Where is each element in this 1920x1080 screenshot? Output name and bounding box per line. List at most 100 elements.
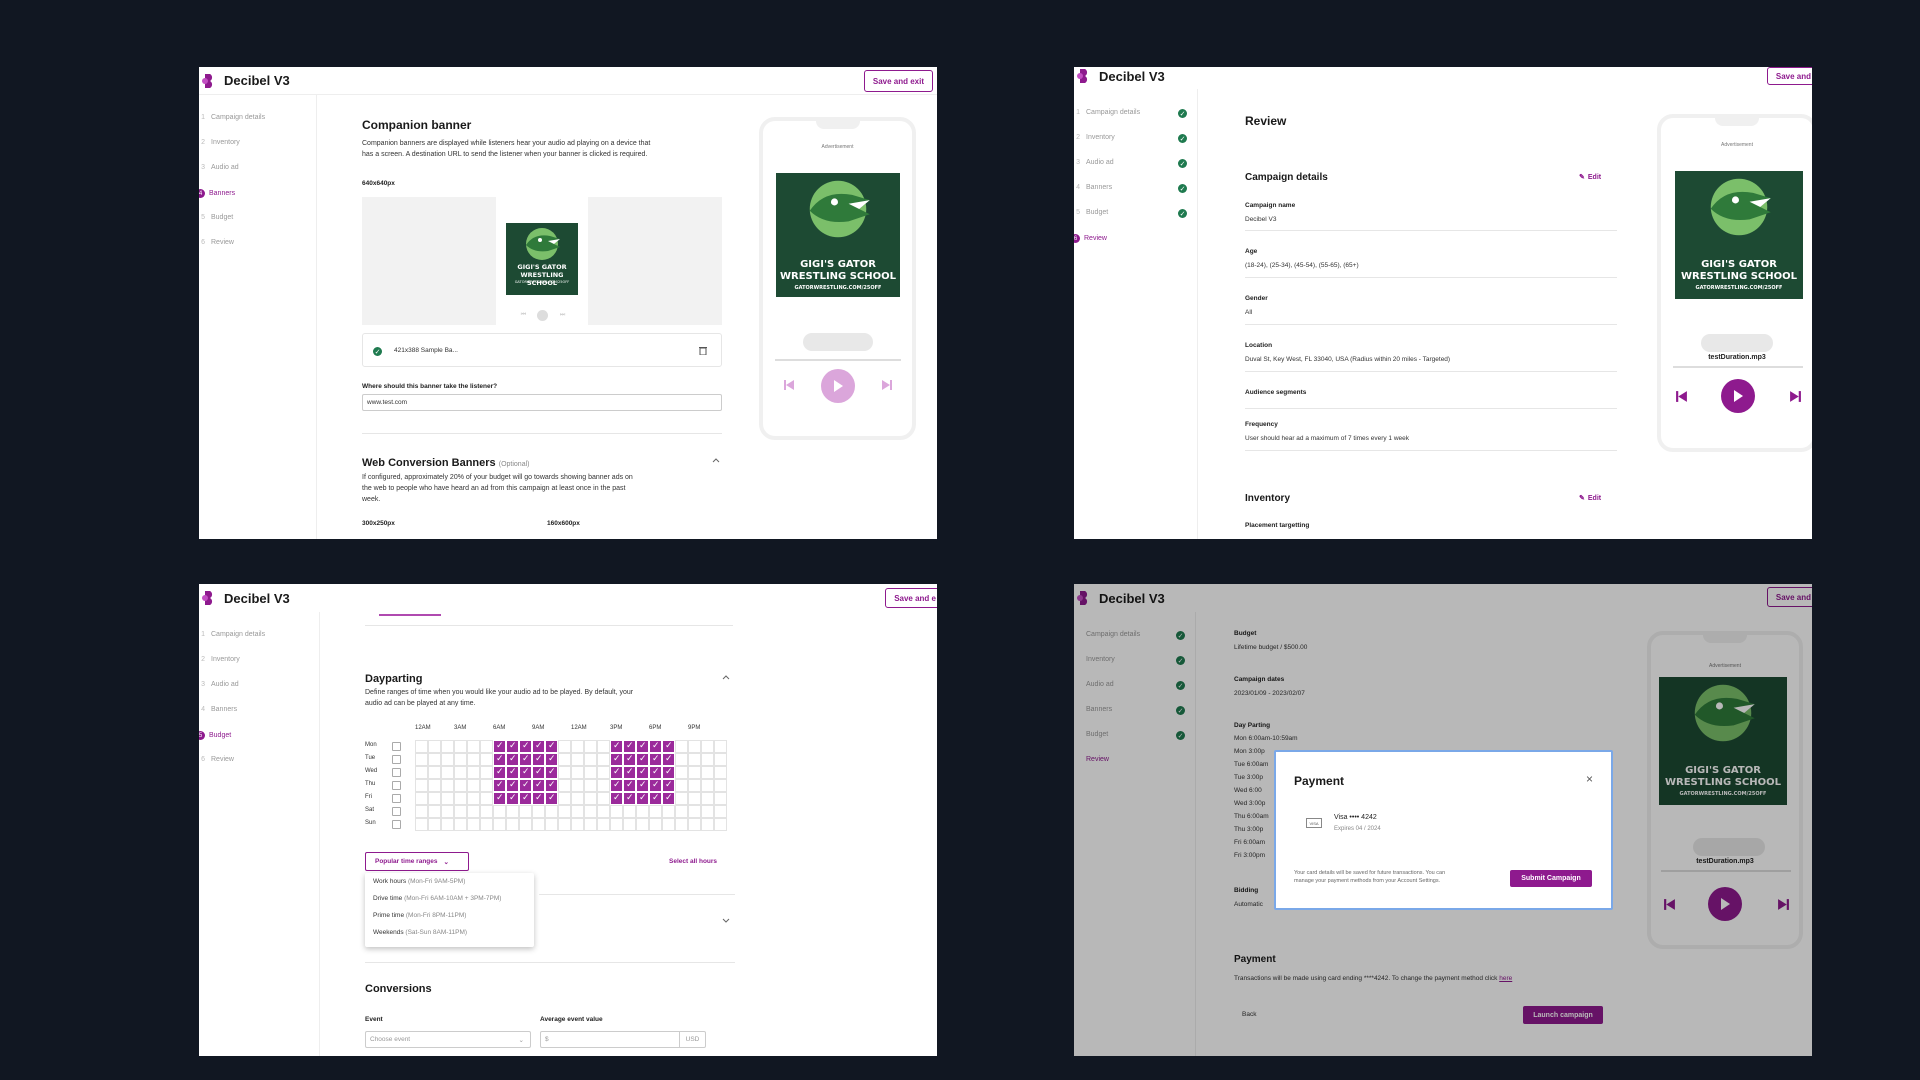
hour-cell[interactable]	[675, 753, 688, 766]
day-checkbox[interactable]	[392, 742, 401, 751]
destination-url-input[interactable]: www.test.com	[362, 394, 722, 411]
hour-cell[interactable]	[675, 779, 688, 792]
hour-cell[interactable]	[441, 805, 454, 818]
hour-cell[interactable]	[649, 779, 662, 792]
hour-cell[interactable]	[623, 740, 636, 753]
hour-cell[interactable]	[571, 792, 584, 805]
hour-cell[interactable]	[610, 805, 623, 818]
hour-cell[interactable]	[610, 740, 623, 753]
hour-cell[interactable]	[571, 753, 584, 766]
day-checkbox[interactable]	[392, 768, 401, 777]
hour-cell[interactable]	[688, 818, 701, 831]
sidebar-item-campaign-details[interactable]: 1 Campaign details	[199, 114, 316, 121]
hour-cell[interactable]	[454, 792, 467, 805]
hour-cell[interactable]	[610, 792, 623, 805]
hour-cell[interactable]	[506, 792, 519, 805]
hour-cell[interactable]	[493, 766, 506, 779]
hour-cell[interactable]	[415, 753, 428, 766]
hour-cell[interactable]	[545, 792, 558, 805]
hour-cell[interactable]	[506, 753, 519, 766]
day-checkbox[interactable]	[392, 820, 401, 829]
hour-cell[interactable]	[649, 766, 662, 779]
hour-cell[interactable]	[545, 818, 558, 831]
sidebar-item-banners[interactable]: 4 Banners	[199, 189, 316, 198]
hour-cell[interactable]	[480, 818, 493, 831]
hour-cell[interactable]	[649, 792, 662, 805]
hour-cell[interactable]	[480, 740, 493, 753]
hour-cell[interactable]	[545, 779, 558, 792]
day-checkbox[interactable]	[392, 755, 401, 764]
hour-cell[interactable]	[662, 779, 675, 792]
average-value-input[interactable]: $ USD	[540, 1031, 706, 1048]
hour-cell[interactable]	[597, 753, 610, 766]
popular-time-ranges-button[interactable]: Popular time ranges ⌄	[365, 852, 469, 871]
hour-cell[interactable]	[493, 779, 506, 792]
option-drive-time[interactable]: Drive time (Mon-Fri 6AM-10AM + 3PM-7PM)	[365, 890, 534, 907]
hour-cell[interactable]	[428, 805, 441, 818]
hour-cell[interactable]	[454, 766, 467, 779]
hour-cell[interactable]	[467, 740, 480, 753]
hour-cell[interactable]	[415, 766, 428, 779]
hour-cell[interactable]	[571, 779, 584, 792]
hour-cell[interactable]	[519, 779, 532, 792]
hour-cell[interactable]	[662, 818, 675, 831]
hour-cell[interactable]	[623, 779, 636, 792]
hour-cell[interactable]	[454, 753, 467, 766]
sidebar-item-review[interactable]: 6 Review	[199, 239, 316, 246]
hour-cell[interactable]	[467, 818, 480, 831]
hour-cell[interactable]	[610, 779, 623, 792]
sidebar-item-audio-ad[interactable]: 3 Audio ad	[199, 681, 319, 688]
hour-cell[interactable]	[545, 766, 558, 779]
hour-cell[interactable]	[493, 792, 506, 805]
hour-cell[interactable]	[441, 792, 454, 805]
hour-cell[interactable]	[649, 805, 662, 818]
hour-cell[interactable]	[597, 779, 610, 792]
trash-icon[interactable]	[699, 346, 707, 355]
hour-cell[interactable]	[714, 766, 727, 779]
hour-cell[interactable]	[597, 792, 610, 805]
hour-cell[interactable]	[558, 740, 571, 753]
save-exit-button[interactable]: Save and	[1766, 67, 1812, 85]
day-checkbox[interactable]	[392, 807, 401, 816]
hour-cell[interactable]	[597, 740, 610, 753]
hour-cell[interactable]	[610, 753, 623, 766]
sidebar-item-banners[interactable]: 4 Banners ✓	[1074, 184, 1197, 193]
hour-cell[interactable]	[532, 792, 545, 805]
hour-cell[interactable]	[623, 792, 636, 805]
hour-cell[interactable]	[454, 818, 467, 831]
hour-cell[interactable]	[571, 740, 584, 753]
hour-cell[interactable]	[467, 792, 480, 805]
next-icon[interactable]	[881, 379, 893, 391]
hour-cell[interactable]	[584, 792, 597, 805]
hour-cell[interactable]	[480, 753, 493, 766]
hour-cell[interactable]	[415, 779, 428, 792]
hour-cell[interactable]	[493, 805, 506, 818]
hour-cell[interactable]	[506, 818, 519, 831]
hour-cell[interactable]	[532, 805, 545, 818]
hour-cell[interactable]	[441, 818, 454, 831]
hour-cell[interactable]	[636, 740, 649, 753]
sidebar-item-inventory[interactable]: 2 Inventory	[199, 656, 319, 663]
hour-cell[interactable]	[428, 818, 441, 831]
previous-icon[interactable]	[1675, 390, 1688, 403]
hour-cell[interactable]	[688, 779, 701, 792]
hour-cell[interactable]	[688, 792, 701, 805]
hour-cell[interactable]	[519, 753, 532, 766]
hour-cell[interactable]	[597, 766, 610, 779]
option-work-hours[interactable]: Work hours (Mon-Fri 9AM-5PM)	[365, 873, 534, 890]
hour-cell[interactable]	[519, 818, 532, 831]
hour-cell[interactable]	[454, 779, 467, 792]
hour-cell[interactable]	[428, 740, 441, 753]
hour-cell[interactable]	[701, 766, 714, 779]
hour-cell[interactable]	[584, 805, 597, 818]
hour-cell[interactable]	[454, 740, 467, 753]
hour-cell[interactable]	[714, 805, 727, 818]
hour-cell[interactable]	[441, 766, 454, 779]
sidebar-item-review[interactable]: 6 Review	[1074, 234, 1197, 243]
hour-cell[interactable]	[558, 753, 571, 766]
hour-cell[interactable]	[584, 779, 597, 792]
hour-cell[interactable]	[545, 805, 558, 818]
previous-icon[interactable]	[783, 379, 795, 391]
hour-cell[interactable]	[415, 740, 428, 753]
hour-cell[interactable]	[688, 766, 701, 779]
